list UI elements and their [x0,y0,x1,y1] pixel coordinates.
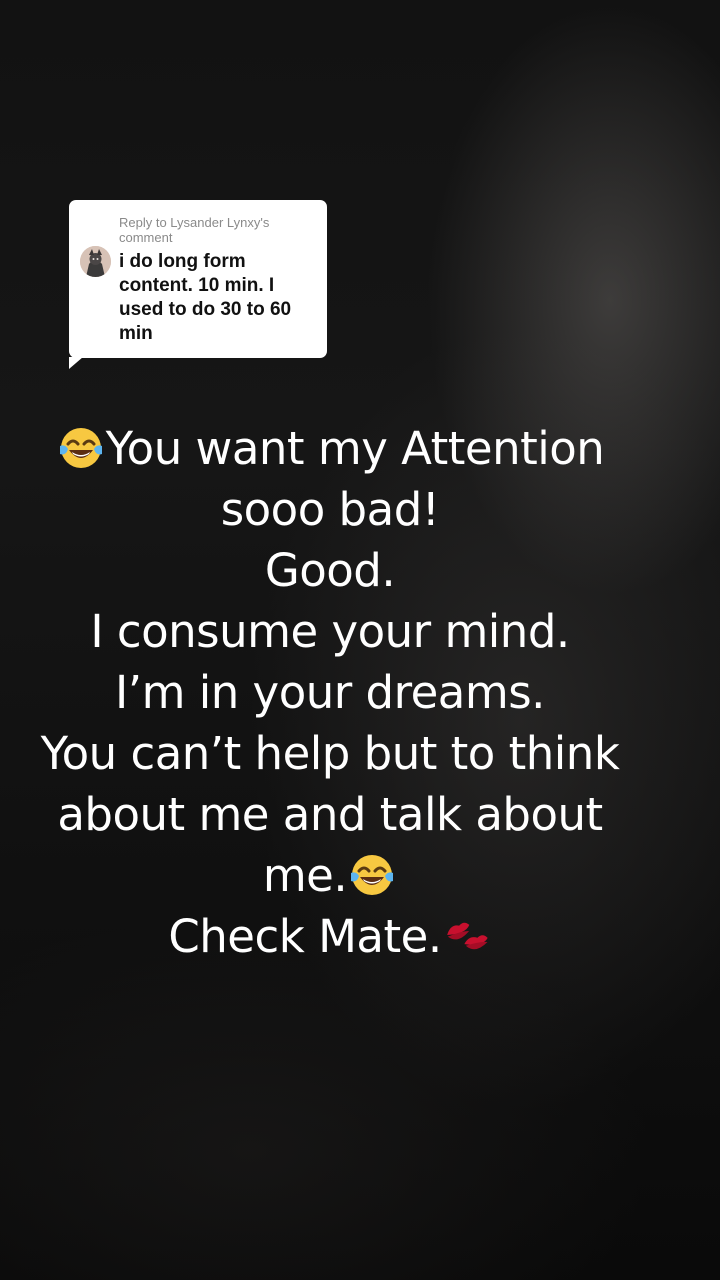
reply-header: Reply to Lysander Lynxy's comment [119,215,270,245]
caption-line-6: You can’t help but to think [40,727,620,780]
caption-line-1: You want my Attention [20,418,640,479]
caption-line-8-text: me. [262,849,348,902]
caption-text: You want my Attention sooo bad! Good. I … [20,418,640,967]
caption-line-1-text: You want my Attention [105,422,605,475]
caption-line-9-text: Check Mate. [168,910,442,963]
video-frame: Reply to Lysander Lynxy's comment i do l… [0,0,720,1280]
face-with-tears-of-joy-icon [59,428,102,468]
comment-text: i do long form content. 10 min. I used t… [119,251,292,344]
caption-line-7: about me and talk about [57,788,603,841]
caption-line-8: me. [20,845,640,906]
caption-line-5: I’m in your dreams. [115,666,545,719]
reply-comment-card[interactable]: Reply to Lysander Lynxy's comment i do l… [69,200,327,369]
caption-line-2: sooo bad! [220,483,440,536]
avatar-image [80,246,111,277]
face-with-tears-of-joy-icon [351,855,394,895]
caption-line-9: Check Mate. [20,906,640,967]
avatar [80,246,111,277]
caption-line-4: I consume your mind. [90,605,570,658]
caption-line-3: Good. [264,544,396,597]
kiss-mark-icon [446,922,488,950]
